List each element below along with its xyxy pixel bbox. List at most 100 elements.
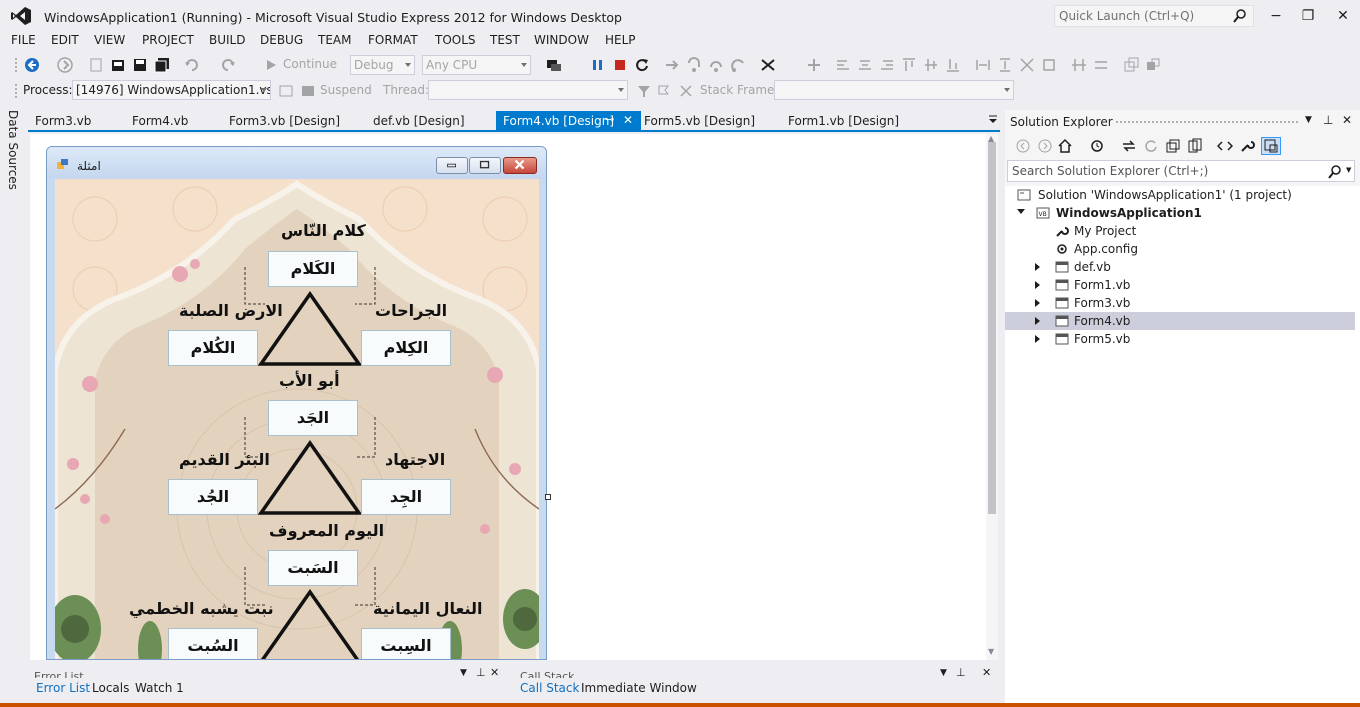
home-icon[interactable] xyxy=(1057,138,1073,154)
tree-solution[interactable]: Solution 'WindowsApplication1' (1 projec… xyxy=(1005,186,1355,204)
tab-call-stack[interactable]: Call Stack xyxy=(520,681,579,695)
undo-icon[interactable] xyxy=(184,57,200,73)
tree-item-app-config[interactable]: App.config xyxy=(1005,240,1355,258)
toggle-process-filter-icon[interactable] xyxy=(278,83,294,99)
panel-grip[interactable] xyxy=(1115,120,1300,124)
toggle-breakpoint-icon[interactable] xyxy=(760,57,776,73)
textbox-group1-right[interactable]: الكِلام xyxy=(361,330,451,366)
panel-options-icon[interactable]: ▼ xyxy=(1305,115,1312,125)
vertical-spacing-icon[interactable] xyxy=(1093,57,1109,73)
back-icon[interactable] xyxy=(1015,138,1031,154)
solution-platform-select[interactable]: Any CPU xyxy=(422,55,531,75)
tree-item-def-vb[interactable]: def.vb xyxy=(1005,258,1355,276)
align-tops-icon[interactable] xyxy=(879,57,895,73)
menu-view[interactable]: VIEW xyxy=(94,33,125,47)
align-bottoms-icon[interactable] xyxy=(923,57,939,73)
tab-locals[interactable]: Locals xyxy=(92,681,129,695)
tab-form4-design[interactable]: Form4.vb [Design] ⊸ ✕ xyxy=(496,111,641,130)
collapse-all-icon[interactable] xyxy=(1165,138,1181,154)
scroll-down-icon[interactable]: ▼ xyxy=(988,647,994,656)
align-rights-icon[interactable] xyxy=(857,57,873,73)
menu-test[interactable]: TEST xyxy=(490,33,520,47)
expand-arrow-icon[interactable] xyxy=(1035,263,1040,271)
auto-hide-pin-icon[interactable]: ⊥ xyxy=(476,666,486,679)
textbox-group1-left[interactable]: الكُلام xyxy=(168,330,258,366)
close-button[interactable]: ✕ xyxy=(1333,6,1353,26)
tab-form3-design[interactable]: Form3.vb [Design] xyxy=(222,111,347,130)
close-panel-icon[interactable]: ✕ xyxy=(1342,113,1352,127)
forward-icon[interactable] xyxy=(1037,138,1053,154)
quick-launch-input[interactable]: Quick Launch (Ctrl+Q) xyxy=(1054,5,1254,27)
form-maximize-button[interactable] xyxy=(469,157,501,174)
menu-window[interactable]: WINDOW xyxy=(534,33,589,47)
save-all-icon[interactable] xyxy=(154,57,170,73)
form-window[interactable]: امثلة كلام النّاس الكَلام الارض الصلبة ا… xyxy=(46,146,547,660)
align-centers-icon[interactable] xyxy=(835,57,851,73)
textbox-group2-top[interactable]: الجَد xyxy=(268,400,358,436)
pin-tab-icon[interactable]: ⊸ xyxy=(605,113,614,126)
toolbar-grip[interactable] xyxy=(14,57,18,73)
make-same-size-icon[interactable] xyxy=(1019,57,1035,73)
minimize-button[interactable]: − xyxy=(1266,6,1286,26)
continue-label[interactable]: Continue xyxy=(283,57,337,71)
view-code-icon[interactable] xyxy=(1217,138,1233,154)
expand-arrow-icon[interactable] xyxy=(1035,281,1040,289)
align-middles-icon[interactable] xyxy=(901,57,917,73)
pending-changes-filter-icon[interactable] xyxy=(1089,138,1105,154)
make-same-width-icon[interactable] xyxy=(975,57,991,73)
tree-project[interactable]: VB WindowsApplication1 xyxy=(1005,204,1355,222)
navigate-back-icon[interactable] xyxy=(24,57,40,73)
textbox-group3-left[interactable]: السُبت xyxy=(168,628,258,659)
continue-icon[interactable] xyxy=(263,57,279,73)
new-project-icon[interactable] xyxy=(88,57,104,73)
tab-watch-1[interactable]: Watch 1 xyxy=(135,681,184,695)
tab-form1-design[interactable]: Form1.vb [Design] xyxy=(781,111,906,130)
tab-form4-vb[interactable]: Form4.vb xyxy=(125,111,195,130)
expand-arrow-icon[interactable] xyxy=(1035,317,1040,325)
collapse-arrow-icon[interactable] xyxy=(1017,209,1025,214)
form-title-bar[interactable]: امثلة xyxy=(47,147,546,179)
tab-list-dropdown-icon[interactable] xyxy=(988,114,998,124)
bring-to-front-icon[interactable] xyxy=(1123,57,1139,73)
textbox-group1-top[interactable]: الكَلام xyxy=(268,251,358,287)
tree-item-form5-vb[interactable]: Form5.vb xyxy=(1005,330,1355,348)
suspend-icon[interactable] xyxy=(300,83,316,99)
redo-icon[interactable] xyxy=(220,57,236,73)
open-file-icon[interactable] xyxy=(110,57,126,73)
textbox-group2-left[interactable]: الجُد xyxy=(168,479,258,515)
data-sources-side-tab[interactable]: Data Sources xyxy=(6,110,24,190)
tab-immediate-window[interactable]: Immediate Window xyxy=(581,681,697,695)
menu-tools[interactable]: TOOLS xyxy=(435,33,476,47)
stop-icon[interactable] xyxy=(612,57,628,73)
step-into-icon[interactable] xyxy=(686,57,702,73)
tab-form3-vb[interactable]: Form3.vb xyxy=(28,111,98,130)
filter-icon[interactable] xyxy=(636,83,652,99)
restart-icon[interactable] xyxy=(634,57,650,73)
textbox-group3-top[interactable]: السَبت xyxy=(268,550,358,586)
refresh-icon[interactable] xyxy=(1143,138,1159,154)
close-tab-icon[interactable]: ✕ xyxy=(623,113,633,127)
menu-project[interactable]: PROJECT xyxy=(142,33,194,47)
show-all-files-icon[interactable] xyxy=(1187,138,1203,154)
tab-def-design[interactable]: def.vb [Design] xyxy=(366,111,472,130)
align-lefts-icon[interactable] xyxy=(806,57,822,73)
menu-file[interactable]: FILE xyxy=(11,33,36,47)
menu-help[interactable]: HELP xyxy=(605,33,636,47)
show-next-statement-icon[interactable] xyxy=(664,57,680,73)
sync-with-active-document-icon[interactable] xyxy=(1121,138,1137,154)
menu-debug[interactable]: DEBUG xyxy=(260,33,303,47)
solution-configuration-select[interactable]: Debug xyxy=(350,55,415,75)
step-out-icon[interactable] xyxy=(730,57,746,73)
maximize-button[interactable]: ❐ xyxy=(1298,6,1318,26)
textbox-group2-right[interactable]: الجِد xyxy=(361,479,451,515)
menu-team[interactable]: TEAM xyxy=(318,33,351,47)
show-external-code-icon[interactable] xyxy=(678,83,694,99)
flag-threads-icon[interactable] xyxy=(656,83,672,99)
horizontal-spacing-icon[interactable] xyxy=(1071,57,1087,73)
process-select[interactable]: [14976] WindowsApplication1.vsho xyxy=(72,80,271,100)
form-minimize-button[interactable] xyxy=(436,157,468,174)
form-close-button[interactable] xyxy=(503,157,537,174)
thread-select[interactable] xyxy=(428,80,628,100)
send-to-back-icon[interactable] xyxy=(1145,57,1161,73)
attach-process-icon[interactable] xyxy=(546,57,562,73)
